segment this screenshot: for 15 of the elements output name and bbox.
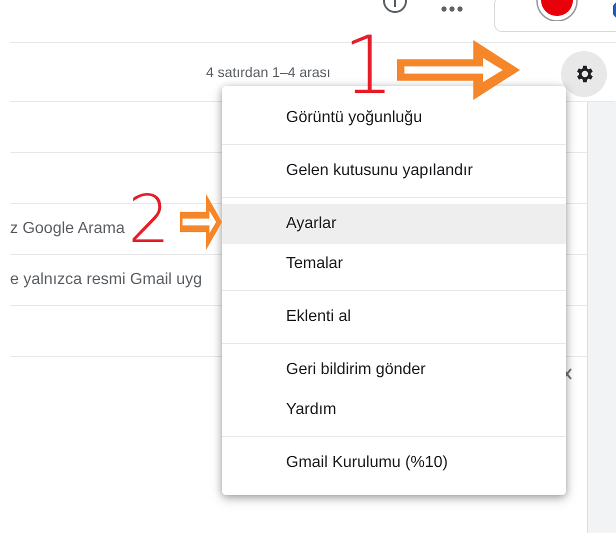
page-count: 4 satırdan 1–4 arası [206, 64, 331, 80]
menu-item[interactable]: Ayarlar [222, 204, 566, 244]
menu-item[interactable]: Gelen kutusunu yapılandır [222, 151, 566, 191]
settings-button[interactable] [561, 51, 607, 97]
logo-icon[interactable] [535, 0, 579, 21]
email-snippet[interactable]: z Google Arama [10, 220, 125, 238]
menu-item[interactable]: Geri bildirim gönder [222, 350, 566, 390]
step-number: 2 [128, 190, 170, 250]
more-icon[interactable] [441, 6, 463, 12]
menu-item[interactable]: Temalar [222, 244, 566, 284]
menu-item[interactable]: Yardım [222, 390, 566, 430]
menu-item[interactable]: Gmail Kurulumu (%10) [222, 443, 566, 483]
arrow [180, 194, 222, 250]
menu-item[interactable]: Eklenti al [222, 297, 566, 337]
email-snippet[interactable]: e yalnızca resmi Gmail uyg [10, 271, 202, 289]
